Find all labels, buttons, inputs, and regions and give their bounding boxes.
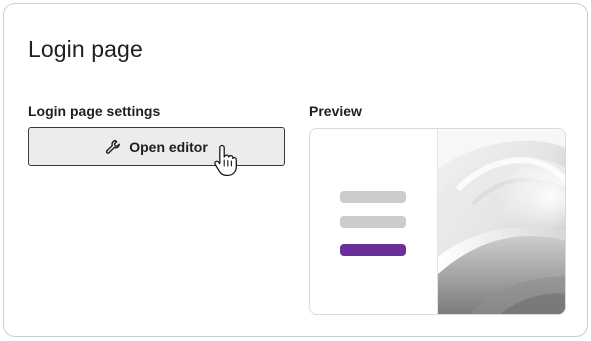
wrench-icon xyxy=(105,139,121,155)
preview-form-panel xyxy=(310,129,437,314)
login-page-card: Login page Login page settings Open edit… xyxy=(3,3,588,337)
open-editor-button[interactable]: Open editor xyxy=(28,127,285,166)
login-page-settings-label: Login page settings xyxy=(28,103,161,119)
preview-background-image xyxy=(437,129,565,314)
open-editor-label: Open editor xyxy=(129,138,208,155)
preview-field-placeholder xyxy=(340,191,406,203)
preview-button-placeholder xyxy=(340,244,406,256)
preview-field-placeholder xyxy=(340,216,406,228)
preview-label: Preview xyxy=(309,103,362,119)
login-preview xyxy=(309,128,566,315)
hand-pointer-icon xyxy=(213,143,239,177)
page-title: Login page xyxy=(28,36,143,62)
